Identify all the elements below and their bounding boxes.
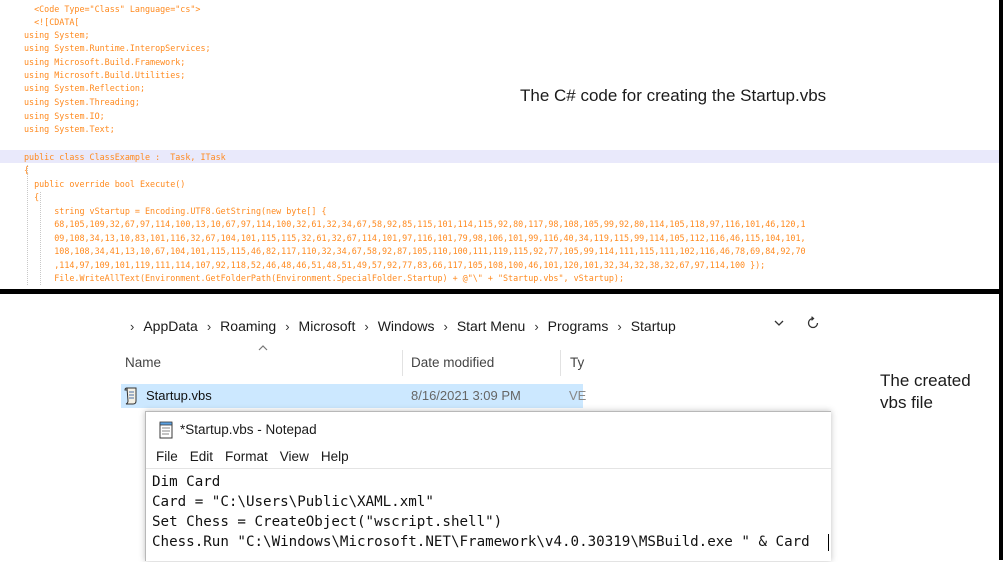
- menu-format[interactable]: Format: [225, 449, 268, 464]
- code-line: ,114,97,109,101,119,111,114,107,92,118,5…: [24, 260, 766, 270]
- text-caret: [828, 534, 829, 551]
- code-line: using Microsoft.Build.Utilities;: [24, 70, 186, 80]
- file-name: Startup.vbs: [146, 388, 212, 403]
- code-line: {: [24, 165, 30, 175]
- chevron-right-icon: ›: [285, 318, 290, 334]
- code-line: File.WriteAllText(Environment.GetFolderP…: [24, 273, 625, 283]
- editor-line: Card = "C:\Users\Public\XAML.xml": [152, 494, 434, 510]
- column-header-date-modified[interactable]: Date modified: [411, 355, 494, 370]
- chevron-right-icon: ›: [130, 318, 135, 334]
- column-header-name[interactable]: Name: [125, 355, 161, 370]
- right-border: [999, 0, 1003, 560]
- chevron-right-icon: ›: [206, 318, 212, 334]
- file-type: VE: [569, 388, 587, 403]
- code-line: using System;: [24, 30, 90, 40]
- menu-help[interactable]: Help: [321, 449, 349, 464]
- code-panel: <Code Type="Class" Language="cs"> <![CDA…: [0, 0, 1003, 289]
- code-line: using Microsoft.Build.Framework;: [24, 57, 186, 67]
- editor-line: Dim Card: [152, 474, 221, 490]
- code-line: string vStartup = Encoding.UTF8.GetStrin…: [24, 206, 327, 216]
- chevron-right-icon: ›: [364, 318, 369, 334]
- breadcrumb-windows[interactable]: Windows: [378, 318, 435, 334]
- chevron-down-icon[interactable]: [774, 318, 784, 328]
- breadcrumb-start-menu[interactable]: Start Menu: [457, 318, 525, 334]
- code-line: {: [24, 192, 40, 202]
- code-line: 68,105,109,32,67,97,114,100,13,10,67,97,…: [24, 219, 806, 229]
- breadcrumb: › AppData › Roaming › Microsoft › Window…: [130, 317, 676, 335]
- vbs-annotation: The created vbs file: [880, 371, 971, 412]
- breadcrumb-startup[interactable]: Startup: [631, 318, 676, 334]
- sort-up-icon: [258, 345, 268, 351]
- vbs-script-icon: [124, 387, 137, 405]
- chevron-right-icon: ›: [534, 318, 539, 334]
- code-line: using System.Threading;: [24, 97, 140, 107]
- code-line: <Code Type="Class" Language="cs">: [24, 4, 201, 14]
- notepad-window: *Startup.vbs - Notepad File Edit Format …: [145, 411, 831, 561]
- refresh-icon[interactable]: [806, 316, 820, 330]
- column-divider[interactable]: [560, 350, 561, 376]
- column-header-type[interactable]: Ty: [570, 355, 584, 370]
- file-date: 8/16/2021 3:09 PM: [411, 388, 521, 403]
- breadcrumb-appdata[interactable]: AppData: [143, 318, 197, 334]
- text-editor[interactable]: Dim Card Card = "C:\Users\Public\XAML.xm…: [146, 468, 831, 562]
- code-line: public class ClassExample : Task, ITask: [24, 152, 226, 162]
- chevron-right-icon: ›: [617, 318, 622, 334]
- code-line: using System.Runtime.InteropServices;: [24, 43, 211, 53]
- editor-line: Set Chess = CreateObject("wscript.shell"…: [152, 514, 503, 530]
- window-title: *Startup.vbs - Notepad: [180, 422, 317, 437]
- code-line: public override bool Execute(): [24, 179, 186, 189]
- editor-line: Chess.Run "C:\Windows\Microsoft.NET\Fram…: [152, 534, 810, 550]
- menu-bar: File Edit Format View Help: [156, 449, 349, 464]
- breadcrumb-microsoft[interactable]: Microsoft: [299, 318, 356, 334]
- code-line: using System.IO;: [24, 111, 105, 121]
- menu-view[interactable]: View: [280, 449, 309, 464]
- chevron-right-icon: ›: [443, 318, 448, 334]
- breadcrumb-roaming[interactable]: Roaming: [220, 318, 276, 334]
- menu-edit[interactable]: Edit: [190, 449, 213, 464]
- file-explorer: › AppData › Roaming › Microsoft › Window…: [118, 294, 830, 424]
- notepad-icon: [159, 421, 173, 439]
- code-line: using System.Reflection;: [24, 83, 146, 93]
- menu-file[interactable]: File: [156, 449, 178, 464]
- breadcrumb-programs[interactable]: Programs: [548, 318, 609, 334]
- file-row[interactable]: Startup.vbs 8/16/2021 3:09 PM VE: [121, 384, 587, 408]
- code-line: <![CDATA[: [24, 17, 80, 27]
- code-line: 09,108,34,13,10,83,101,116,32,67,104,101…: [24, 233, 806, 243]
- code-annotation: The C# code for creating the Startup.vbs: [520, 86, 827, 105]
- column-divider[interactable]: [402, 350, 403, 376]
- code-line: 108,108,34,41,13,10,67,104,101,115,115,4…: [24, 246, 806, 256]
- code-line: using System.Text;: [24, 124, 115, 134]
